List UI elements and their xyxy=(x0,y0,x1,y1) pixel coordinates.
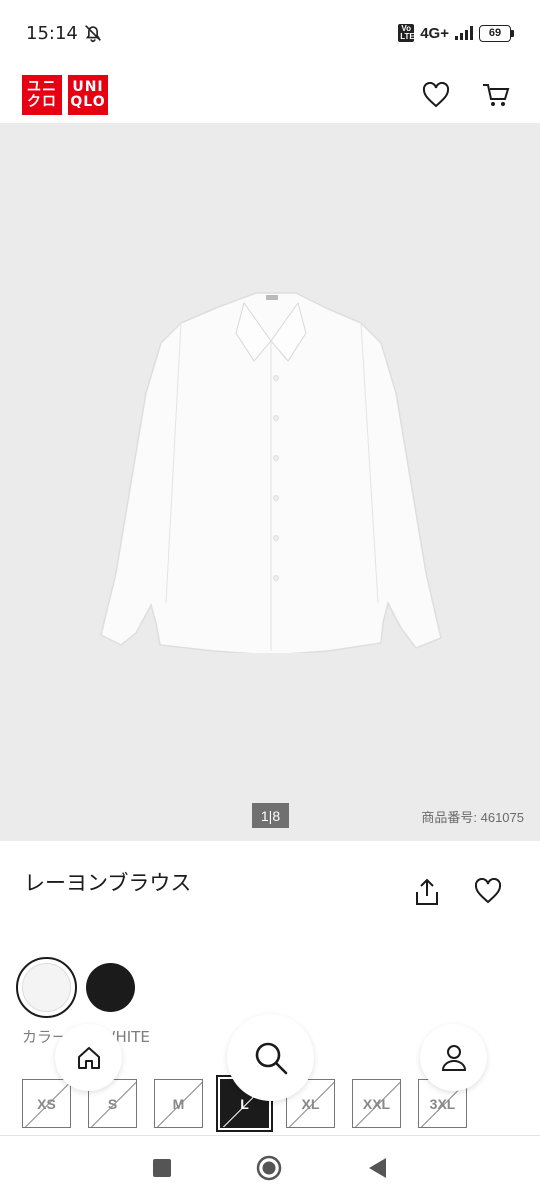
logo-katakana: ユニ クロ xyxy=(22,74,62,115)
recent-apps-icon[interactable] xyxy=(152,1158,172,1178)
account-icon xyxy=(441,1044,466,1071)
floating-search-button[interactable] xyxy=(227,1014,314,1101)
status-time: 15:14 xyxy=(26,22,78,44)
back-icon[interactable] xyxy=(366,1156,388,1180)
color-swatch-white[interactable] xyxy=(16,957,77,1018)
floating-home-button[interactable] xyxy=(55,1024,122,1091)
image-counter: 1|8 xyxy=(252,803,289,828)
logo-latin: UNI QLO xyxy=(68,74,108,115)
bell-muted-icon xyxy=(84,25,101,43)
favorites-heart-icon[interactable] xyxy=(422,81,450,108)
share-icon[interactable] xyxy=(414,878,440,906)
product-code: 商品番号: 461075 xyxy=(421,810,524,825)
home-icon[interactable] xyxy=(256,1155,282,1181)
network-type: 4G+ xyxy=(420,24,449,42)
favorite-heart-icon[interactable] xyxy=(474,878,502,904)
cart-icon[interactable] xyxy=(482,82,510,108)
product-image-gallery[interactable]: 1|8 商品番号: 461075 xyxy=(0,123,540,841)
status-bar: 15:14 Vo LTE 4G+ 69 xyxy=(0,0,540,66)
signal-strength-icon xyxy=(455,26,473,40)
size-option-m[interactable]: M xyxy=(154,1079,203,1128)
volte-badge: Vo LTE xyxy=(398,24,415,42)
product-image xyxy=(100,292,442,653)
product-actions xyxy=(414,878,502,906)
size-option-xxl[interactable]: XXL xyxy=(352,1079,401,1128)
battery-icon: 69 xyxy=(479,24,514,42)
status-indicators: Vo LTE 4G+ 69 xyxy=(398,24,514,42)
product-title: レーヨンブラウス xyxy=(24,871,192,895)
system-navigation-bar xyxy=(0,1135,540,1200)
app-header: ユニ クロ UNI QLO xyxy=(0,66,540,123)
color-swatch-black[interactable] xyxy=(86,963,135,1012)
size-option-xs[interactable]: XS xyxy=(22,1079,71,1128)
battery-level: 69 xyxy=(479,24,511,42)
uniqlo-logo[interactable]: ユニ クロ UNI QLO xyxy=(22,74,108,115)
floating-account-button[interactable] xyxy=(420,1024,487,1091)
home-icon xyxy=(77,1046,100,1069)
search-icon xyxy=(255,1042,287,1074)
